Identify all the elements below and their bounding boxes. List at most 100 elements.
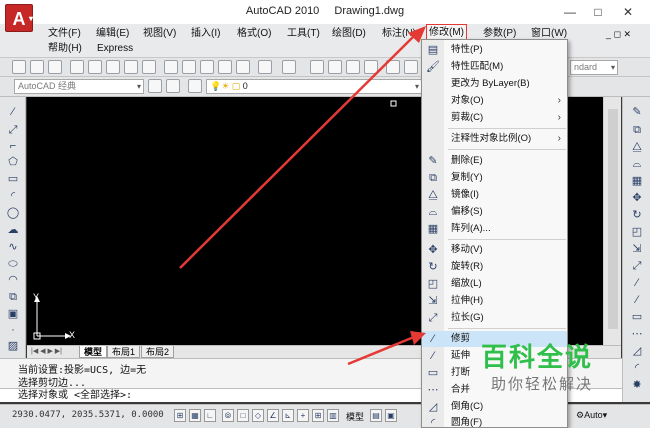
- layout-tab-nav[interactable]: |◀ ◀ ▶ ▶|: [31, 347, 62, 355]
- menu-item-offset[interactable]: ⌓ 偏移(S): [422, 204, 567, 220]
- quick-view-layouts-icon[interactable]: ▤: [370, 409, 382, 422]
- polar-tracking-icon[interactable]: ⦾: [222, 409, 234, 422]
- model-space-label[interactable]: 模型: [346, 410, 364, 423]
- quick-properties-icon[interactable]: ▥: [327, 409, 339, 422]
- workspace-combo[interactable]: AutoCAD 经典 ▾: [14, 79, 144, 94]
- menu-draw[interactable]: 绘图(D): [330, 26, 368, 42]
- dynamic-input-icon[interactable]: +: [297, 409, 309, 422]
- vertical-scrollbar[interactable]: [603, 97, 621, 345]
- stretch-tool-icon[interactable]: ⇲: [630, 242, 644, 256]
- undo-icon[interactable]: [258, 60, 272, 74]
- hatch-icon[interactable]: ▨: [6, 339, 20, 353]
- menu-item-rotate[interactable]: ↻ 旋转(R): [422, 259, 567, 275]
- extend-tool-icon[interactable]: ⁄: [630, 293, 644, 307]
- break-tool-icon[interactable]: ▭: [630, 310, 644, 324]
- new-icon[interactable]: [12, 60, 26, 74]
- menu-help[interactable]: 帮助(H): [46, 41, 84, 57]
- offset-tool-icon[interactable]: ⌓: [630, 157, 644, 171]
- move-tool-icon[interactable]: ✥: [630, 191, 644, 205]
- object-snap-tracking-icon[interactable]: ∠: [267, 409, 279, 422]
- array-tool-icon[interactable]: ▦: [630, 174, 644, 188]
- mirror-tool-icon[interactable]: ⧋: [630, 140, 644, 154]
- workspace-settings-icon[interactable]: [148, 79, 162, 93]
- pan-icon[interactable]: [310, 60, 324, 74]
- etransmit-icon[interactable]: [142, 60, 156, 74]
- open-icon[interactable]: [30, 60, 44, 74]
- tab-layout2[interactable]: 布局2: [141, 346, 175, 358]
- construction-line-icon[interactable]: ⤢: [6, 123, 20, 137]
- 3d-dwf-icon[interactable]: [124, 60, 138, 74]
- erase-tool-icon[interactable]: ✎: [630, 105, 644, 119]
- zoom-previous-icon[interactable]: [364, 60, 378, 74]
- menu-item-lengthen[interactable]: ⤢ 拉长(G): [422, 310, 567, 326]
- 3d-object-snap-icon[interactable]: ◇: [252, 409, 264, 422]
- print-preview-icon[interactable]: [88, 60, 102, 74]
- menu-item-properties[interactable]: ▤ 特性(P): [422, 42, 567, 58]
- close-button[interactable]: ✕: [614, 2, 642, 22]
- menu-tools[interactable]: 工具(T): [285, 26, 322, 42]
- snap-mode-icon[interactable]: ⊞: [174, 409, 186, 422]
- paste-icon[interactable]: [200, 60, 214, 74]
- menu-view[interactable]: 视图(V): [141, 26, 178, 42]
- menu-format[interactable]: 格式(O): [235, 26, 273, 42]
- workspace-save-icon[interactable]: [166, 79, 180, 93]
- block-editor-icon[interactable]: [236, 60, 250, 74]
- rectangle-icon[interactable]: ▭: [6, 172, 20, 186]
- design-center-icon[interactable]: [404, 60, 418, 74]
- copy-tool-icon[interactable]: ⧉: [630, 123, 644, 137]
- minimize-button[interactable]: —: [556, 2, 584, 22]
- menu-item-annotative-scale[interactable]: 注释性对象比例(O) ›: [422, 131, 567, 147]
- maximize-button[interactable]: □: [584, 2, 612, 22]
- application-menu-button[interactable]: A ▾: [5, 4, 33, 32]
- menu-item-erase[interactable]: ✎ 删除(E): [422, 153, 567, 169]
- chamfer-tool-icon[interactable]: ◿: [630, 344, 644, 358]
- menu-item-match-properties[interactable]: 🖌 特性匹配(M): [422, 59, 567, 75]
- save-icon[interactable]: [48, 60, 62, 74]
- explode-tool-icon[interactable]: ✸: [630, 378, 644, 392]
- layer-combo[interactable]: 💡☀ ▢ 0 ▾: [206, 79, 422, 94]
- quick-view-drawings-icon[interactable]: ▣: [385, 409, 397, 422]
- layer-manager-icon[interactable]: [188, 79, 202, 93]
- grid-display-icon[interactable]: ▦: [189, 409, 201, 422]
- zoom-window-icon[interactable]: [346, 60, 360, 74]
- line-icon[interactable]: ⁄: [6, 105, 20, 119]
- tab-model[interactable]: 模型: [79, 346, 108, 358]
- menu-express[interactable]: Express: [95, 41, 135, 57]
- menu-item-object[interactable]: 对象(O) ›: [422, 93, 567, 109]
- object-snap-icon[interactable]: □: [237, 409, 249, 422]
- spline-icon[interactable]: ∿: [6, 240, 20, 254]
- rotate-tool-icon[interactable]: ↻: [630, 208, 644, 222]
- menu-item-clip[interactable]: 剪裁(C) ›: [422, 110, 567, 126]
- revision-cloud-icon[interactable]: ☁: [6, 223, 20, 237]
- ortho-mode-icon[interactable]: ∟: [204, 409, 216, 422]
- join-tool-icon[interactable]: ⋯: [630, 327, 644, 341]
- circle-icon[interactable]: ◯: [6, 206, 20, 220]
- menu-dimension[interactable]: 标注(N): [380, 26, 418, 42]
- copy-clip-icon[interactable]: [182, 60, 196, 74]
- menu-item-scale[interactable]: ◰ 缩放(L): [422, 276, 567, 292]
- document-window-controls[interactable]: _ ◻ ✕: [604, 26, 633, 42]
- menu-item-fillet[interactable]: ◜ 圆角(F): [422, 415, 567, 427]
- lengthen-tool-icon[interactable]: ⤢: [630, 259, 644, 273]
- menu-item-move[interactable]: ✥ 移动(V): [422, 242, 567, 258]
- make-block-icon[interactable]: ▣: [6, 307, 20, 321]
- print-icon[interactable]: [70, 60, 84, 74]
- arc-icon[interactable]: ◜: [6, 189, 20, 203]
- trim-tool-icon[interactable]: ⁄: [630, 276, 644, 290]
- properties-toolbar-icon[interactable]: [386, 60, 400, 74]
- fillet-tool-icon[interactable]: ◜: [630, 361, 644, 375]
- zoom-realtime-icon[interactable]: [328, 60, 342, 74]
- publish-icon[interactable]: [106, 60, 120, 74]
- menu-insert[interactable]: 插入(I): [189, 26, 222, 42]
- menu-item-mirror[interactable]: ⧋ 镜像(I): [422, 187, 567, 203]
- polygon-icon[interactable]: ⬠: [6, 155, 20, 169]
- polyline-icon[interactable]: ⌐: [6, 139, 20, 153]
- redo-icon[interactable]: [282, 60, 296, 74]
- match-icon[interactable]: [218, 60, 232, 74]
- ellipse-icon[interactable]: ⬭: [6, 257, 20, 271]
- menu-file[interactable]: 文件(F): [46, 26, 83, 42]
- cut-icon[interactable]: [164, 60, 178, 74]
- ellipse-arc-icon[interactable]: ◠: [6, 273, 20, 287]
- text-style-combo[interactable]: ndard ▾: [570, 60, 618, 75]
- tab-layout1[interactable]: 布局1: [107, 346, 141, 358]
